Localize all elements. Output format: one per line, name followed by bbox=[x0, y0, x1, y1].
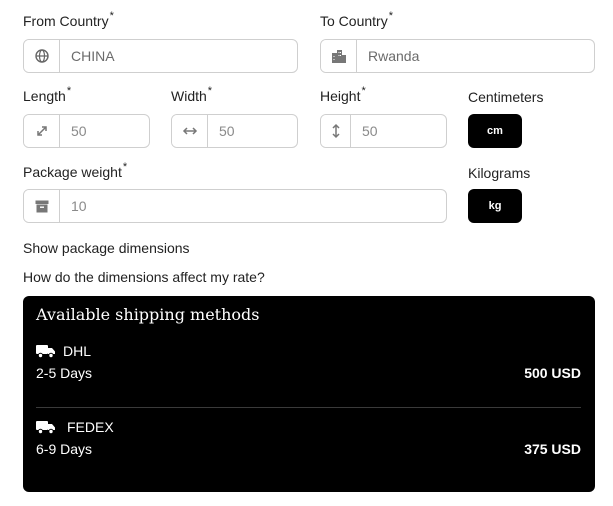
length-value: 50 bbox=[71, 123, 87, 139]
dimensions-rate-help-link[interactable]: How do the dimensions affect my rate? bbox=[23, 269, 265, 285]
to-country-field[interactable]: Rwanda bbox=[320, 39, 595, 73]
delivery-duration: 6-9 Days bbox=[36, 441, 93, 457]
shipping-method-dhl[interactable]: DHL 2-5 Days 500 USD bbox=[36, 343, 581, 387]
show-package-dimensions-link[interactable]: Show package dimensions bbox=[23, 240, 190, 256]
width-label: Width* bbox=[171, 85, 213, 104]
from-country-label: From Country* bbox=[23, 10, 114, 29]
dimension-unit-label: Centimeters bbox=[468, 89, 544, 105]
package-weight-label: Package weight* bbox=[23, 161, 128, 180]
globe-icon bbox=[24, 40, 60, 72]
city-icon bbox=[321, 40, 357, 72]
from-country-value: CHINA bbox=[71, 48, 115, 64]
weight-unit-label: Kilograms bbox=[468, 165, 531, 181]
carrier-name: DHL bbox=[63, 343, 92, 359]
shipping-method-fedex[interactable]: FEDEX 6-9 Days 375 USD bbox=[36, 419, 581, 463]
shipping-methods-panel: Available shipping methods DHL 2-5 Days … bbox=[23, 296, 595, 492]
height-field[interactable]: 50 bbox=[320, 114, 447, 148]
truck-icon bbox=[36, 344, 56, 363]
height-label: Height* bbox=[320, 85, 366, 104]
package-weight-field[interactable]: 10 bbox=[23, 189, 447, 223]
shipping-price: 375 USD bbox=[524, 441, 581, 457]
shipping-price: 500 USD bbox=[524, 365, 581, 381]
horizontal-arrows-icon bbox=[172, 115, 208, 147]
width-field[interactable]: 50 bbox=[171, 114, 298, 148]
to-country-value: Rwanda bbox=[368, 48, 420, 64]
archive-box-icon bbox=[24, 190, 60, 222]
length-field[interactable]: 50 bbox=[23, 114, 150, 148]
truck-icon bbox=[36, 420, 56, 439]
height-value: 50 bbox=[362, 123, 378, 139]
length-label: Length* bbox=[23, 85, 72, 104]
shipping-divider bbox=[36, 407, 581, 408]
delivery-duration: 2-5 Days bbox=[36, 365, 93, 381]
cm-unit-button[interactable]: cm bbox=[468, 114, 522, 148]
shipping-methods-title: Available shipping methods bbox=[36, 305, 260, 324]
width-value: 50 bbox=[219, 123, 235, 139]
vertical-arrows-icon bbox=[321, 115, 351, 147]
from-country-field[interactable]: CHINA bbox=[23, 39, 298, 73]
kg-unit-button[interactable]: kg bbox=[468, 189, 522, 223]
carrier-name: FEDEX bbox=[67, 419, 114, 435]
package-weight-value: 10 bbox=[71, 198, 87, 214]
to-country-label: To Country* bbox=[320, 10, 393, 29]
diagonal-resize-icon bbox=[24, 115, 60, 147]
